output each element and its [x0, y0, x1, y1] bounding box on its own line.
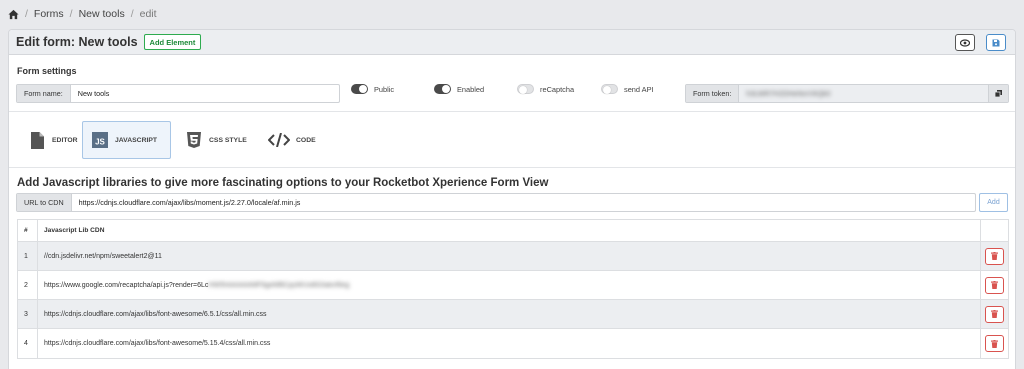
css3-icon	[187, 132, 201, 148]
breadcrumb-separator: /	[130, 8, 134, 20]
recaptcha-switch[interactable]	[517, 84, 534, 94]
breadcrumb-separator: /	[69, 8, 73, 20]
cdn-table: # Javascript Lib CDN 1 //cdn.jsdelivr.ne…	[17, 219, 1009, 359]
save-button[interactable]	[986, 34, 1006, 51]
breadcrumb-separator: /	[25, 8, 28, 20]
row-url: https://cdnjs.cloudflare.com/ajax/libs/f…	[37, 329, 980, 358]
column-header-url: Javascript Lib CDN	[37, 220, 980, 241]
toggle-send-api[interactable]: send API	[601, 84, 654, 94]
table-header: # Javascript Lib CDN	[18, 220, 1008, 242]
form-token-field[interactable]: Form token: h3LWR7H2DHeNnrVkQk0	[685, 84, 1009, 103]
page-title: Edit form: New tools	[16, 35, 138, 49]
card-header: Edit form: New tools Add Element	[9, 30, 1015, 55]
cdn-url-field[interactable]: URL to CDN https://cdnjs.cloudflare.com/…	[16, 193, 976, 212]
form-name-input[interactable]: New tools	[71, 85, 339, 102]
row-url: //cdn.jsdelivr.net/npm/sweetalert2@11	[37, 242, 980, 270]
delete-button[interactable]	[985, 305, 1004, 323]
divider	[9, 167, 1015, 168]
save-icon	[992, 39, 1000, 46]
form-token-label: Form token:	[686, 85, 740, 102]
tab-css-style-label: CSS STYLE	[209, 136, 247, 144]
breadcrumb-form[interactable]: New tools	[79, 8, 125, 20]
row-url-hidden: HW5hAAAAAMF9geMBCpyWUo8G0akvf9eg	[208, 281, 350, 289]
cdn-url-label: URL to CDN	[17, 194, 72, 211]
tab-code-label: CODE	[296, 136, 316, 144]
tab-code[interactable]: CODE	[260, 121, 324, 159]
tab-javascript-label: JAVASCRIPT	[115, 136, 158, 144]
tab-editor-label: EDITOR	[52, 136, 78, 144]
send-api-label: send API	[624, 84, 654, 94]
row-url: https://www.google.com/recaptcha/api.js?…	[37, 271, 980, 299]
form-name-label: Form name:	[17, 85, 71, 102]
form-settings-title: Form settings	[17, 66, 77, 76]
breadcrumb-current: edit	[139, 8, 157, 20]
row-num: 2	[24, 281, 28, 289]
breadcrumb-forms[interactable]: Forms	[34, 8, 64, 20]
toggle-enabled[interactable]: Enabled	[434, 84, 484, 94]
file-icon	[30, 131, 44, 149]
delete-button[interactable]	[985, 276, 1004, 294]
add-cdn-button[interactable]: Add	[979, 193, 1008, 212]
row-num: 4	[24, 340, 28, 347]
trash-icon	[991, 252, 998, 260]
column-header-num: #	[24, 227, 28, 234]
cdn-url-input[interactable]: https://cdnjs.cloudflare.com/ajax/libs/m…	[72, 194, 975, 211]
recaptcha-label: reCaptcha	[540, 84, 575, 94]
tab-javascript[interactable]: JS JAVASCRIPT	[82, 121, 171, 159]
table-row: 2 https://www.google.com/recaptcha/api.j…	[18, 271, 1008, 300]
row-num: 3	[24, 310, 28, 318]
public-label: Public	[374, 84, 395, 94]
trash-icon	[991, 310, 998, 318]
table-row: 1 //cdn.jsdelivr.net/npm/sweetalert2@11	[18, 242, 1008, 271]
add-element-button[interactable]: Add Element	[143, 34, 202, 50]
enabled-label: Enabled	[457, 84, 485, 94]
public-switch[interactable]	[351, 84, 368, 94]
code-icon	[268, 133, 290, 147]
column-header-actions	[980, 220, 1008, 241]
toggle-recaptcha[interactable]: reCaptcha	[517, 84, 574, 94]
tab-css-style[interactable]: CSS STYLE	[177, 121, 255, 159]
tab-editor[interactable]: EDITOR	[20, 121, 86, 159]
svg-text:JS: JS	[95, 138, 105, 147]
toggle-public[interactable]: Public	[351, 84, 394, 94]
copy-token-button[interactable]	[988, 85, 1008, 102]
breadcrumb: / Forms / New tools / edit	[8, 7, 157, 21]
table-row: 3 https://cdnjs.cloudflare.com/ajax/libs…	[18, 300, 1008, 329]
copy-icon	[995, 90, 1002, 97]
table-row: 4 https://cdnjs.cloudflare.com/ajax/libs…	[18, 329, 1008, 358]
enabled-switch[interactable]	[434, 84, 451, 94]
preview-button[interactable]	[955, 34, 975, 51]
delete-button[interactable]	[985, 247, 1004, 265]
row-url: https://cdnjs.cloudflare.com/ajax/libs/f…	[37, 300, 980, 328]
send-api-switch[interactable]	[601, 84, 618, 94]
row-num: 1	[24, 252, 28, 260]
eye-icon	[960, 38, 970, 47]
home-icon[interactable]	[8, 9, 19, 20]
trash-icon	[991, 339, 998, 348]
divider	[9, 111, 1015, 112]
edit-form-card: Edit form: New tools Add Element Form se…	[8, 29, 1016, 369]
delete-button[interactable]	[985, 335, 1004, 352]
form-token-value: h3LWR7H2DHeNnrVkQk0	[746, 89, 831, 98]
trash-icon	[991, 281, 998, 289]
js-section-title: Add Javascript libraries to give more fa…	[17, 177, 549, 189]
js-icon: JS	[92, 132, 108, 148]
form-name-field[interactable]: Form name: New tools	[16, 84, 340, 103]
